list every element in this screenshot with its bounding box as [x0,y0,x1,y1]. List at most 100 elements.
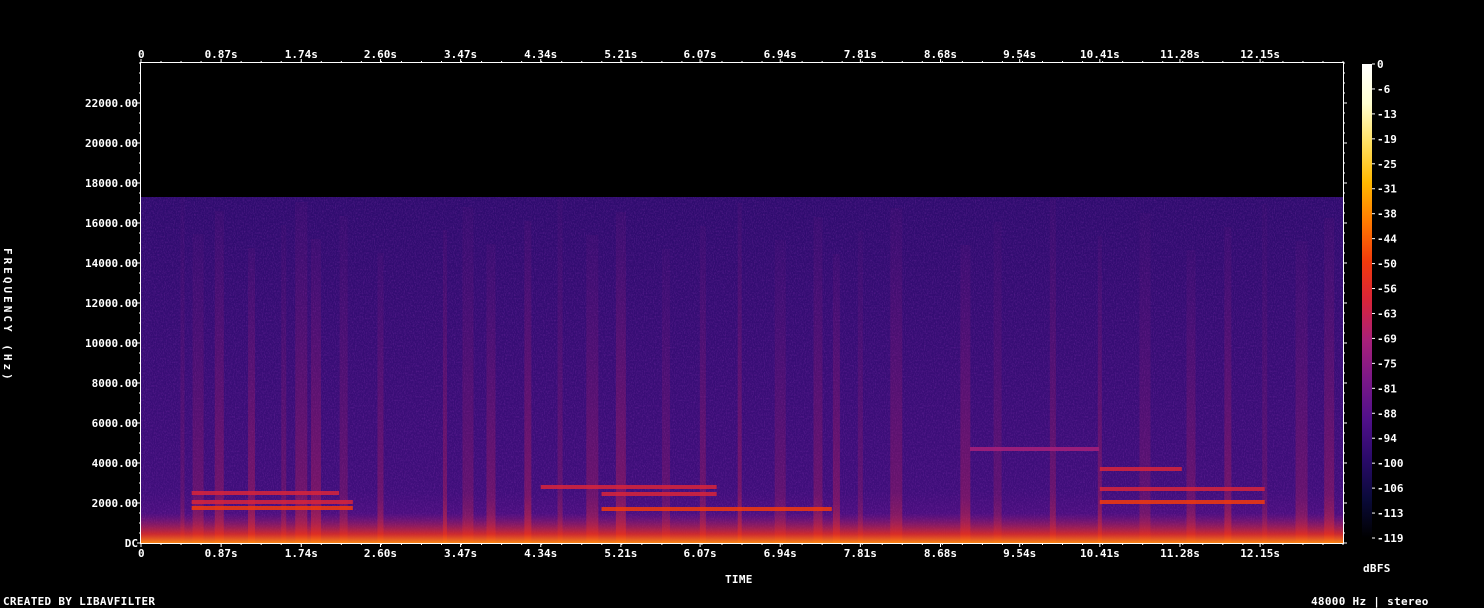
tonal-line [969,447,1099,451]
low-frequency-band [141,513,1343,543]
y-tick-label: 6000.00 [92,417,138,430]
x-tick-label-bottom: 5.21s [604,547,637,560]
tonal-line [540,485,717,489]
x-tick-label-bottom: 2.60s [364,547,397,560]
transient-column [180,197,185,543]
x-tick-label-top: 7.81s [844,48,877,61]
x-tick-label-top: 2.60s [364,48,397,61]
x-tick-label-bottom: 7.81s [844,547,877,560]
colorbar-tick-label: -6 [1377,83,1391,96]
transient-column [1295,241,1308,543]
transient-column [993,222,1002,543]
colorbar-tick-label: -56 [1377,283,1397,296]
transient-column [1324,218,1335,543]
x-tick-label-bottom: 3.47s [444,547,477,560]
y-tick-label: DC [125,537,138,550]
colorbar-tick-label: -113 [1377,507,1404,520]
transient-column [813,217,823,543]
x-tick-label-bottom: 6.07s [684,547,717,560]
transient-column [311,239,322,543]
transient-column [462,207,474,543]
x-tick-label-bottom: 1.74s [285,547,318,560]
x-tick-label-bottom: 4.34s [524,547,557,560]
transient-column [248,248,256,543]
y-tick-label: 2000.00 [92,497,138,510]
transient-column [1186,250,1196,543]
transient-column [281,225,287,543]
transient-column [857,231,863,543]
colorbar-tick-label: -25 [1377,158,1397,171]
x-tick-label-bottom: 11.28s [1160,547,1200,560]
tonal-line [1099,487,1265,491]
footer-credit: CREATED BY LIBAVFILTER [3,595,156,608]
transient-column [832,254,840,543]
colorbar-tick-label: -19 [1377,133,1397,146]
y-tick-label: 14000.00 [85,257,138,270]
colorbar-tick-label: -94 [1377,432,1397,445]
colorbar-tick-label: -50 [1377,258,1397,271]
x-tick-label-bottom: 6.94s [764,547,797,560]
x-tick-label-top: 0 [138,48,145,61]
x-tick-label-bottom: 0.87s [205,547,238,560]
x-tick-label-top: 0.87s [205,48,238,61]
transient-column [1224,227,1232,543]
transient-column [662,249,671,543]
transient-column [524,221,532,543]
x-tick-label-top: 9.54s [1003,48,1036,61]
transient-column [377,253,384,543]
y-axis-label: FREQUENCY (Hz) [1,248,14,383]
colorbar-tick-label: -38 [1377,208,1397,221]
y-tick-label: 16000.00 [85,217,138,230]
colorbar-tick-label: 0 [1377,58,1384,71]
tonal-line [601,507,832,511]
tonal-line [191,500,353,504]
transient-column [890,208,903,543]
transient-column [1262,204,1268,543]
transient-column [586,235,599,543]
tonal-line [191,491,340,495]
tonal-line [191,506,353,510]
transient-column [442,230,447,543]
x-tick-label-top: 12.15s [1240,48,1280,61]
transient-column [774,240,786,543]
transient-column [339,216,348,543]
x-tick-label-top: 11.28s [1160,48,1200,61]
colorbar-tick-label: -13 [1377,108,1397,121]
y-tick-label: 22000.00 [85,97,138,110]
colorbar-tick-label: -63 [1377,307,1397,320]
transient-column [1139,213,1151,543]
colorbar-tick-label: -31 [1377,183,1397,196]
y-tick-label: 12000.00 [85,297,138,310]
y-tick-label: 8000.00 [92,377,138,390]
colorbar-tick-label: -106 [1377,482,1404,495]
transient-column [486,244,496,543]
x-axis-label: TIME [725,573,753,586]
x-tick-label-top: 6.94s [764,48,797,61]
y-tick-label: 4000.00 [92,457,138,470]
transient-column [557,198,563,543]
tonal-line [1099,467,1182,471]
y-tick-label: 10000.00 [85,337,138,350]
colorbar [1362,64,1372,538]
footer-format: 48000 Hz | stereo [1311,595,1429,608]
x-tick-label-top: 4.34s [524,48,557,61]
x-tick-label-top: 1.74s [285,48,318,61]
colorbar-tick-label: -119 [1377,532,1404,545]
x-tick-label-top: 10.41s [1080,48,1120,61]
transient-column [1097,236,1102,543]
colorbar-tick-label: -100 [1377,457,1404,470]
transient-column [737,203,742,543]
colorbar-tick-label: -75 [1377,357,1397,370]
colorbar-tick-label: -88 [1377,407,1397,420]
x-tick-label-top: 3.47s [444,48,477,61]
x-tick-label-bottom: 10.41s [1080,547,1120,560]
x-tick-label-bottom: 8.68s [924,547,957,560]
colorbar-tick-label: -81 [1377,382,1397,395]
transient-column [192,234,204,543]
x-tick-label-top: 6.07s [684,48,717,61]
x-tick-label-bottom: 12.15s [1240,547,1280,560]
spectrogram-chart: 0 0 0.87s 0.87s 1.74s 1.74s 2.60s 2.60s 3.47s 3.4… [85,48,1404,560]
y-tick-label: 20000.00 [85,137,138,150]
transient-column [960,245,971,543]
colorbar-tick-label: -69 [1377,332,1397,345]
